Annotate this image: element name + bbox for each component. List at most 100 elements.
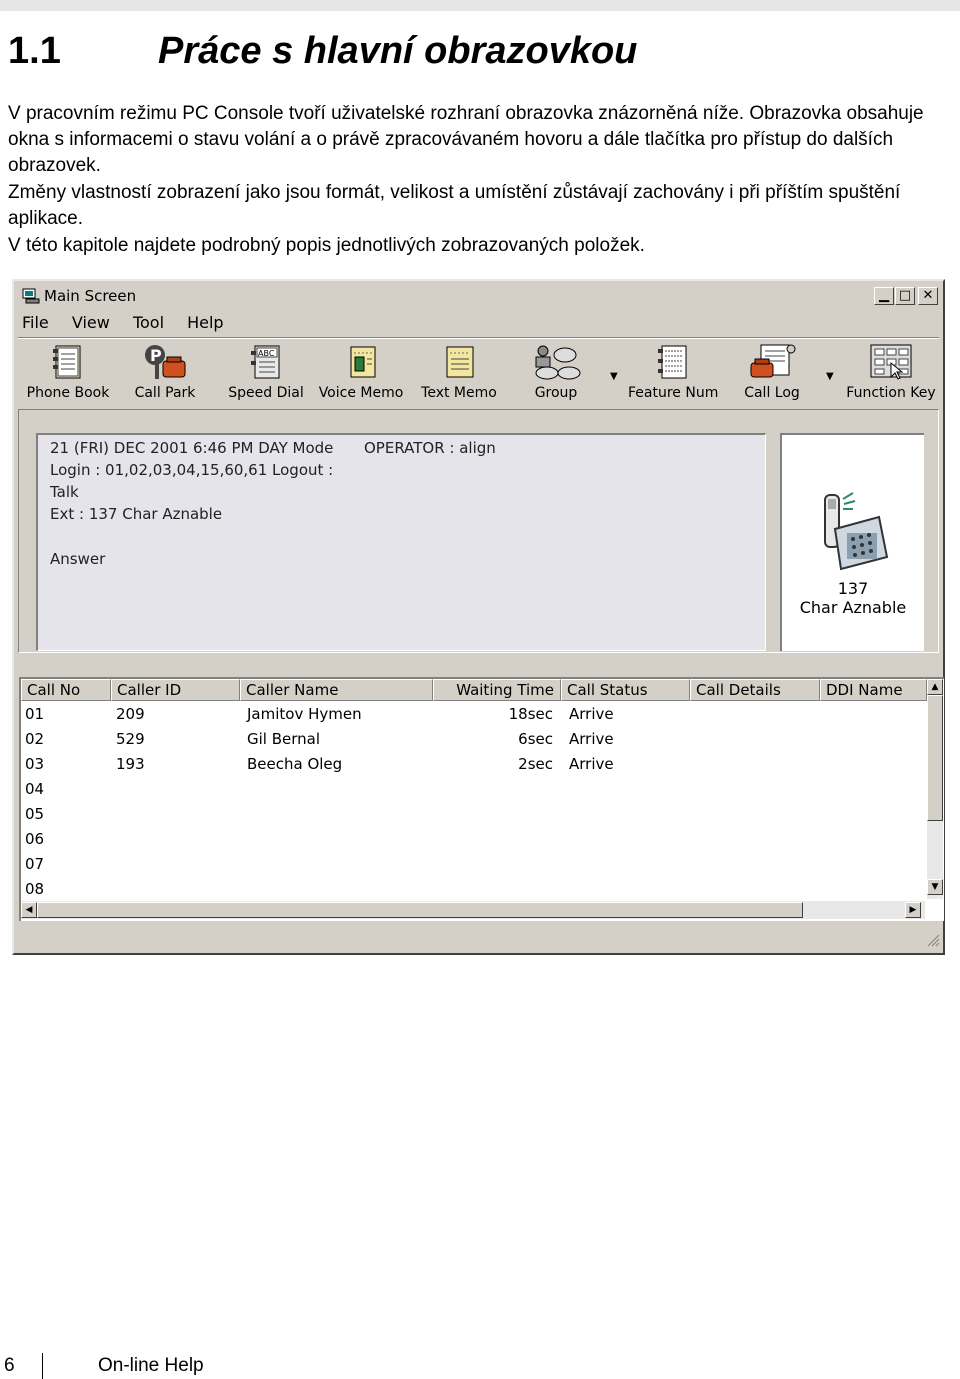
column-header-waiting-time[interactable]: Waiting Time <box>433 679 561 701</box>
intro-paragraph: V pracovním režimu PC Console tvoří uživ… <box>8 103 924 176</box>
call-no-cell: 07 <box>25 855 45 873</box>
status-answer: Answer <box>50 550 106 568</box>
horizontal-scroll-thumb[interactable] <box>37 902 803 918</box>
voice-memo-button[interactable]: Voice Memo <box>316 343 406 401</box>
call-park-icon: P <box>145 345 186 379</box>
call-log-icon <box>750 344 796 378</box>
waiting-time-cell: 2sec <box>518 755 553 773</box>
column-header-call-status[interactable]: Call Status <box>561 679 690 701</box>
svg-text:ABC: ABC <box>258 349 275 358</box>
phone-book-icon <box>53 345 81 379</box>
call-no-cell: 05 <box>25 805 45 823</box>
call-no-cell: 04 <box>25 780 45 798</box>
phone-book-button[interactable]: Phone Book <box>26 343 110 401</box>
call-status-cell: Arrive <box>569 705 614 723</box>
window-title: Main Screen <box>44 287 137 305</box>
scroll-up-button[interactable]: ▲ <box>927 679 943 695</box>
caller-id-cell: 529 <box>116 730 145 748</box>
caller-name-cell: Beecha Oleg <box>247 755 343 773</box>
footer-divider <box>42 1353 43 1379</box>
voice-memo-label: Voice Memo <box>318 385 404 401</box>
column-header-ddi-name[interactable]: DDI Name <box>820 679 927 701</box>
maximize-button[interactable]: □ <box>895 287 915 305</box>
status-display: 21 (FRI) DEC 2001 6:46 PM DAY Mode OPERA… <box>36 433 766 651</box>
section-title: Práce s hlavní obrazovkou <box>158 30 638 72</box>
minimize-button[interactable]: ▁ <box>874 287 894 305</box>
group-button[interactable]: Group <box>526 343 586 401</box>
resize-grip-icon[interactable] <box>926 933 940 947</box>
vertical-scroll-thumb[interactable] <box>927 695 943 821</box>
call-status-cell: Arrive <box>569 730 614 748</box>
title-bar[interactable]: Main Screen ▁ □ ✕ <box>18 285 939 309</box>
vertical-scrollbar[interactable]: ▲ ▼ <box>927 679 943 899</box>
call-no-cell: 08 <box>25 880 45 898</box>
column-header-caller-id[interactable]: Caller ID <box>111 679 240 701</box>
call-log-label: Call Log <box>744 385 800 401</box>
menu-file[interactable]: File <box>22 313 49 332</box>
text-memo-button[interactable]: Text Memo <box>418 343 500 401</box>
toolbar: Phone Book P Call Park ABC Speed Dial Vo… <box>18 343 939 405</box>
status-login: Login : 01,02,03,04,15,60,61 Logout : <box>50 461 334 479</box>
call-status-cell: Arrive <box>569 755 614 773</box>
column-header-caller-name[interactable]: Caller Name <box>240 679 433 701</box>
main-screen-window: Main Screen ▁ □ ✕ File View Tool Help Ph… <box>12 279 945 955</box>
menu-view[interactable]: View <box>72 313 110 332</box>
function-key-button[interactable]: Function Key <box>844 343 938 401</box>
operator-name: Char Aznable <box>799 598 907 617</box>
call-log-dropdown-arrow[interactable]: ▼ <box>826 371 834 382</box>
caller-name-cell: Gil Bernal <box>247 730 321 748</box>
text-memo-icon <box>446 346 474 378</box>
text-memo-label: Text Memo <box>421 385 497 401</box>
menu-separator <box>18 337 939 339</box>
call-no-cell: 03 <box>25 755 45 773</box>
function-key-icon <box>870 344 912 380</box>
call-no-cell: 06 <box>25 830 45 848</box>
voice-memo-icon <box>350 346 376 378</box>
page-number: 6 <box>4 1355 15 1376</box>
section-number: 1.1 <box>8 30 61 72</box>
section-heading: 1.1 Práce s hlavní obrazovkou <box>8 30 637 73</box>
call-park-button[interactable]: P Call Park <box>130 343 200 401</box>
menu-tool[interactable]: Tool <box>133 313 164 332</box>
feature-num-label: Feature Num <box>628 385 719 401</box>
operator-ext: 137 <box>837 579 869 598</box>
status-extension: Ext : 137 Char Aznable <box>50 505 223 523</box>
call-list: Call No Caller ID Caller Name Waiting Ti… <box>19 677 944 921</box>
speed-dial-button[interactable]: ABC Speed Dial <box>226 343 306 401</box>
waiting-time-cell: 18sec <box>508 705 553 723</box>
operator-panel: 137 Char Aznable <box>780 433 924 651</box>
group-icon <box>535 345 581 380</box>
call-no-cell: 01 <box>25 705 45 723</box>
footer-text: On-line Help <box>98 1355 204 1376</box>
menu-bar: File View Tool Help <box>22 313 242 335</box>
svg-text:P: P <box>150 346 162 365</box>
speed-dial-label: Speed Dial <box>228 385 304 401</box>
call-park-label: Call Park <box>134 385 196 401</box>
status-datetime: 21 (FRI) DEC 2001 6:46 PM DAY Mode <box>50 439 334 457</box>
group-dropdown-arrow[interactable]: ▼ <box>610 371 618 382</box>
close-button[interactable]: ✕ <box>918 287 938 305</box>
app-icon <box>22 288 40 304</box>
settings-paragraph: Změny vlastností zobrazení jako jsou for… <box>8 182 901 229</box>
horizontal-scrollbar[interactable]: ◀ ▶ <box>21 901 925 919</box>
scroll-right-button[interactable]: ▶ <box>905 902 921 918</box>
scroll-left-button[interactable]: ◀ <box>21 902 37 918</box>
caller-name-cell: Jamitov Hymen <box>247 705 362 723</box>
feature-num-icon <box>658 345 687 379</box>
waiting-time-cell: 6sec <box>518 730 553 748</box>
caller-id-cell: 209 <box>116 705 145 723</box>
top-strip <box>0 0 960 11</box>
column-header-call-no[interactable]: Call No <box>21 679 111 701</box>
caller-id-cell: 193 <box>116 755 145 773</box>
telephone-icon <box>824 492 889 571</box>
scroll-down-button[interactable]: ▼ <box>927 879 943 895</box>
feature-num-button[interactable]: Feature Num <box>628 343 718 401</box>
call-log-button[interactable]: Call Log <box>740 343 804 401</box>
function-key-label: Function Key <box>846 385 936 401</box>
phone-book-label: Phone Book <box>26 385 110 401</box>
status-talk: Talk <box>50 483 79 501</box>
call-no-cell: 02 <box>25 730 45 748</box>
column-header-call-details[interactable]: Call Details <box>690 679 820 701</box>
menu-help[interactable]: Help <box>187 313 223 332</box>
group-label: Group <box>534 385 578 401</box>
